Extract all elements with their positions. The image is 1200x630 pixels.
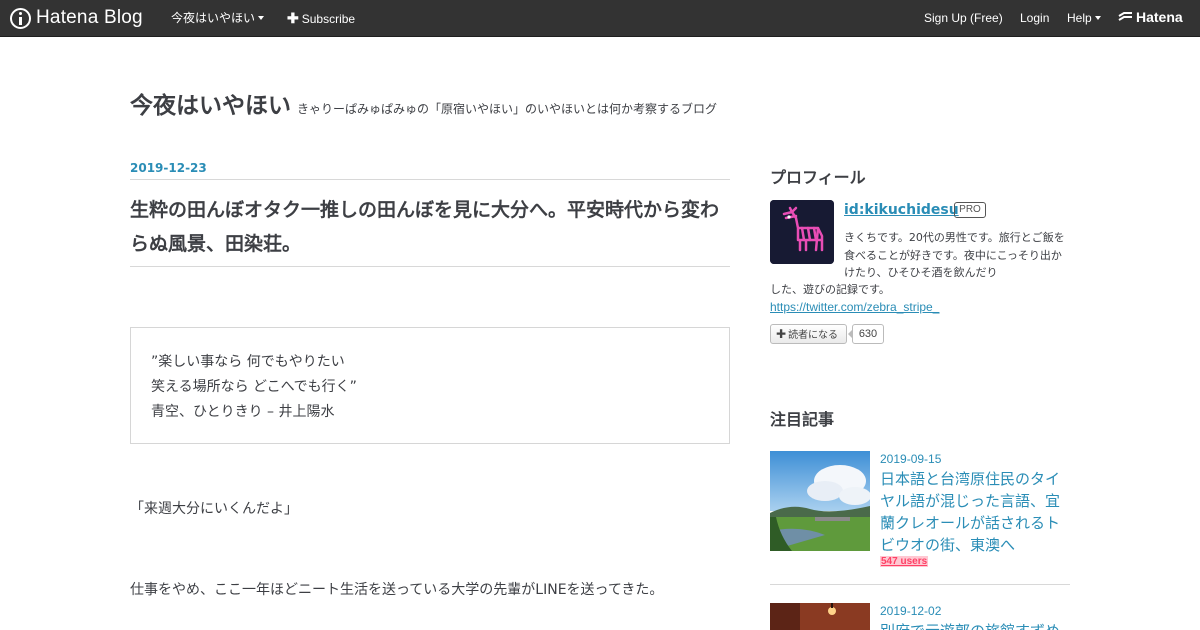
hatena-blog-logo[interactable]: Hatena Blog <box>10 6 143 30</box>
blog-name[interactable]: 今夜はいやほい <box>130 86 291 120</box>
blog-menu[interactable]: 今夜はいやほい <box>171 0 265 37</box>
profile-description-tail: した、遊びの記録です。 <box>770 283 890 296</box>
logo-text: Hatena Blog <box>36 7 143 28</box>
blog-menu-label: 今夜はいやほい <box>171 11 256 25</box>
divider <box>130 179 730 180</box>
hatena-label: Hatena <box>1136 9 1183 25</box>
hatena-blog-icon <box>10 7 31 29</box>
subscribe-button-label: 読者になる <box>788 330 839 341</box>
entry-title[interactable]: 生粋の田んぼオタク一推しの田んぼを見に大分へ。平安時代から変わらぬ風景、田染荘。 <box>130 193 730 261</box>
paragraph: 「来週大分にいくんだよ」 <box>130 501 298 517</box>
interior-thumbnail <box>770 603 870 630</box>
global-header: Hatena Blog 今夜はいやほい ✚ Subscribe Sign Up (… <box>0 0 1200 37</box>
landscape-thumbnail <box>770 451 870 551</box>
blog-description: きゃりーぱみゅぱみゅの「原宿いやほい」のいやほいとは何か考察するブログ <box>297 102 718 116</box>
signup-link[interactable]: Sign Up (Free) <box>924 0 1003 37</box>
bookmark-users-badge[interactable]: 547 users <box>880 556 929 567</box>
quote-line: 笑える場所なら どこへでも行く” <box>151 379 357 395</box>
chevron-down-icon <box>258 15 265 20</box>
blog-title-area: 今夜はいやほい きゃりーぱみゅぱみゅの「原宿いやほい」のいやほいとは何か考察する… <box>130 86 717 120</box>
blockquote: ”楽しい事なら 何でもやりたい 笑える場所なら どこへでも行く” 青空、ひとりき… <box>130 327 730 444</box>
zebra-avatar-icon <box>770 200 834 264</box>
subscribe-link[interactable]: ✚ Subscribe <box>287 0 355 37</box>
subscribe-label: Subscribe <box>301 12 356 26</box>
entry-title[interactable]: 日本語と台湾原住民のタイヤル語が混じった言語、宜蘭クレオールが話されるトビウオの… <box>880 468 1062 556</box>
profile-heading: プロフィール <box>770 168 866 187</box>
hatena-link[interactable]: Hatena <box>1118 9 1183 25</box>
plus-icon: ✚ <box>287 10 299 26</box>
avatar[interactable] <box>770 200 834 264</box>
login-link[interactable]: Login <box>1020 0 1049 37</box>
plus-icon: ✚ <box>776 327 787 341</box>
quote-line: ”楽しい事なら 何でもやりたい <box>151 354 345 370</box>
entry-date[interactable]: 2019-12-02 <box>880 604 941 618</box>
help-menu[interactable]: Help <box>1067 0 1101 37</box>
help-label: Help <box>1067 11 1092 25</box>
divider <box>130 266 730 267</box>
subscribe-button[interactable]: ✚ 読者になる <box>770 324 847 344</box>
subscriber-count[interactable]: 630 <box>848 324 884 344</box>
profile-description: きくちです。20代の男性です。旅行とご飯を食べることが好きです。夜中にこっそり出… <box>844 231 1065 279</box>
entry-title[interactable]: 別府で元遊郭の旅館すずめ <box>880 620 1062 630</box>
twitter-link[interactable]: https://twitter.com/zebra_stripe_ <box>770 300 939 314</box>
quote-line: 青空、ひとりきり – 井上陽水 <box>151 404 335 420</box>
profile-id-link[interactable]: id:kikuchidesu <box>844 202 959 218</box>
divider <box>770 584 1070 585</box>
chevron-down-icon <box>1094 15 1101 20</box>
pro-badge: PRO <box>954 202 986 218</box>
entry-thumbnail[interactable] <box>770 603 870 630</box>
paragraph: 仕事をやめ、ここ一年ほどニート生活を送っている大学の先輩がLINEを送ってきた。 <box>130 582 664 598</box>
entry-date[interactable]: 2019-12-23 <box>130 161 207 175</box>
hatena-icon <box>1118 12 1132 21</box>
featured-heading: 注目記事 <box>770 410 835 429</box>
entry-date[interactable]: 2019-09-15 <box>880 452 941 466</box>
entry-thumbnail[interactable] <box>770 451 870 551</box>
